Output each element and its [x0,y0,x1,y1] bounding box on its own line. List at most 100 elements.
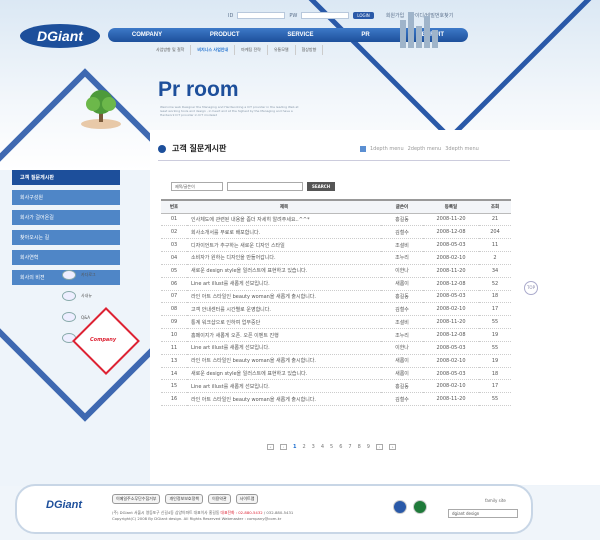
sidebar-item[interactable]: 회사연혁 [12,250,120,265]
last-page-icon[interactable]: » [388,444,396,450]
sub-nav: 사업방향 및 철학 비지니스 사업안내 마케팅 전략 유통모델 협상방향 [150,45,324,55]
page-link[interactable]: 4 [321,444,324,450]
table-row[interactable]: 15 Line art illust를 새롭게 선보입니다. 홍길동 2008-02-… [161,379,511,394]
footer-link[interactable]: 이용약관 [207,494,231,504]
login-bar: ID PW LOGIN 회원가입 아이디/비밀번호찾기 [228,12,453,19]
signup-link[interactable]: 회원가입 [386,12,404,19]
row-author: 새롬이 [381,277,423,291]
footer-link[interactable]: 이메일주소무단수집거부 [112,494,161,504]
quick-item[interactable]: 사내뉴 [62,291,142,301]
page-link[interactable]: 6 [339,444,342,450]
row-date: 2008-05-03 [423,290,479,304]
breadcrumb-item[interactable]: 1depth menu [370,146,404,152]
row-date: 2008-05-03 [423,238,479,253]
site-logo[interactable]: DGiant [20,24,100,48]
page-link[interactable]: 2 [302,444,305,450]
table-row[interactable]: 05 새로운 design style을 일러스트에 표현하고 있습니다. 이한나 2… [161,264,511,278]
search-field-select[interactable]: 제목/글쓴이 [171,182,223,191]
subnav-item[interactable]: 마케팅 전략 [235,45,268,55]
table-row[interactable]: 01 인사체도에 관련된 내용을 좀더 자세히 알려주세요..^^* 홍길동 2008… [161,213,511,227]
row-title[interactable]: 고객 안내센터를 시간별로 운영합니다. [187,302,381,317]
page-link[interactable]: 8 [358,444,361,450]
table-row[interactable]: 09 통계 워크샵으로 인하여 업무중단 조설비 2008-11-20 55 [161,315,511,330]
row-author: 홍길동 [381,213,423,227]
col-header: 글쓴이 [381,199,423,214]
table-row[interactable]: 02 회사소개서를 무료로 배포합니다. 김철수 2008-12-08 204 [161,225,511,240]
row-author: 새롬이 [381,354,423,368]
row-number: 06 [161,277,187,291]
sidebar-item[interactable]: 회사구성원 [12,190,120,205]
prev-page-icon[interactable]: ‹ [280,444,287,450]
row-title[interactable]: 라인 아트 스타일인 beauty woman을 새롭게 출시합니다. [187,354,381,368]
row-title[interactable]: 새로운 design style을 일러스트에 표현하고 있습니다. [187,367,381,381]
row-title[interactable]: 디자이언트가 추구하는 새로운 디자인 스타일 [187,238,381,253]
nav-service[interactable]: SERVICE [287,32,313,38]
row-title[interactable]: 라인 아트 스타일인 beauty woman을 새롭게 출시합니다. [187,290,381,304]
search-button[interactable]: SEARCH [307,182,336,191]
page-link[interactable]: 5 [330,444,333,450]
page-link[interactable]: 9 [367,444,370,450]
row-author: 홍길동 [381,379,423,394]
table-row[interactable]: 11 Line art illust를 새롭게 선보입니다. 이한나 2008-05-… [161,341,511,355]
footer-link[interactable]: 개인정보보호정책 [165,494,203,504]
password-input[interactable] [301,12,350,19]
footer-logo[interactable]: DGiant [46,499,82,511]
family-site-select[interactable]: dgiant design [448,509,518,518]
first-page-icon[interactable]: « [267,444,274,450]
row-title[interactable]: 인사체도에 관련된 내용을 좀더 자세히 알려주세요..^^* [187,213,381,227]
sidebar-item[interactable]: 회사가 걸어온길 [12,210,120,225]
login-button[interactable]: LOGIN [353,12,374,19]
row-date: 2008-11-20 [423,315,479,330]
row-number: 05 [161,264,187,278]
table-row[interactable]: 03 디자이언트가 추구하는 새로운 디자인 스타일 조설비 2008-05-03 11 [161,238,511,253]
quick-item[interactable]: 카다로그 [62,270,142,280]
search-input[interactable] [227,182,303,191]
page-title: 고객 질문게시판 [172,144,227,153]
row-number: 01 [161,213,187,227]
row-date: 2008-12-08 [423,225,479,240]
sidebar-item[interactable]: 고객 질문게시판 [12,170,120,185]
table-row[interactable]: 10 홈페이지가 새롭게 오픈. 오픈 이벤트 진행 조누리 2008-12-08 19 [161,328,511,342]
footer-link[interactable]: 사이트맵 [235,494,259,504]
top-button[interactable]: TOP [524,281,538,295]
nav-product[interactable]: PRODUCT [210,32,240,38]
page-link[interactable]: 1 [293,444,296,450]
row-title[interactable]: 소비자가 원하는 디자인을 만들어갑니다. [187,251,381,265]
page-link[interactable]: 7 [348,444,351,450]
find-account-link[interactable]: 아이디/비밀번호찾기 [410,12,453,19]
table-row[interactable]: 06 Line art illust를 새롭게 선보입니다. 새롬이 2008-12-… [161,277,511,291]
home-icon[interactable] [360,146,366,152]
id-label: ID [228,12,234,19]
table-row[interactable]: 16 라인 아트 스타일인 beauty woman을 새롭게 출시합니다. 김철수… [161,392,511,407]
row-number: 14 [161,367,187,381]
sidebar-item[interactable]: 찾아오시는 길 [12,230,120,245]
nav-pr[interactable]: PR [361,32,369,38]
row-title[interactable]: Line art illust를 새롭게 선보입니다. [187,277,381,291]
id-input[interactable] [237,12,286,19]
row-title[interactable]: Line art illust를 새롭게 선보입니다. [187,341,381,355]
breadcrumb-item[interactable]: 2depth menu [408,146,442,152]
table-row[interactable]: 13 라인 아트 스타일인 beauty woman을 새롭게 출시합니다. 새롬이… [161,354,511,368]
row-title[interactable]: 홈페이지가 새롭게 오픈. 오픈 이벤트 진행 [187,328,381,342]
row-number: 10 [161,328,187,342]
subnav-item[interactable]: 협상방향 [296,45,324,55]
row-date: 2008-02-10 [423,302,479,317]
subnav-item[interactable]: 유통모델 [268,45,296,55]
row-title[interactable]: 라인 아트 스타일인 beauty woman을 새롭게 출시합니다. [187,392,381,407]
row-title[interactable]: 새로운 design style을 일러스트에 표현하고 있습니다. [187,264,381,278]
row-title[interactable]: 통계 워크샵으로 인하여 업무중단 [187,315,381,330]
nav-company[interactable]: COMPANY [132,32,162,38]
table-row[interactable]: 14 새로운 design style을 일러스트에 표현하고 있습니다. 새롬이 2… [161,367,511,381]
table-row[interactable]: 08 고객 안내센터를 시간별로 운영합니다. 김철수 2008-02-10 17 [161,302,511,317]
table-row[interactable]: 04 소비자가 원하는 디자인을 만들어갑니다. 조누리 2008-02-10 2 [161,251,511,265]
row-views: 2 [479,251,511,265]
table-row[interactable]: 07 라인 아트 스타일인 beauty woman을 새롭게 출시합니다. 홍길동… [161,290,511,304]
breadcrumb-item[interactable]: 3depth menu [445,146,479,152]
subnav-item[interactable]: 사업방향 및 철학 [150,45,192,55]
next-page-icon[interactable]: › [375,444,383,450]
row-title[interactable]: Line art illust를 새롭게 선보입니다. [187,379,381,394]
divider [158,160,510,161]
subnav-item[interactable]: 비지니스 사업안내 [191,45,236,55]
page-link[interactable]: 3 [312,444,315,450]
row-title[interactable]: 회사소개서를 무료로 배포합니다. [187,225,381,240]
